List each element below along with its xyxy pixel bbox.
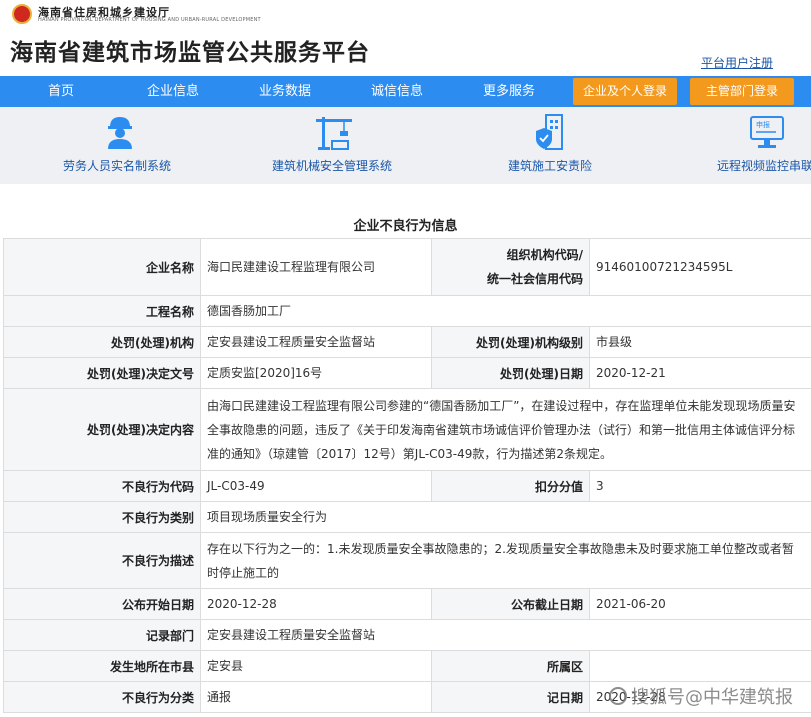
table-row: 企业名称 海口民建建设工程监理有限公司 组织机构代码/ 统一社会信用代码 914… bbox=[3, 238, 811, 296]
table-row: 不良行为代码 JL-C03-49 扣分分值 3 bbox=[3, 470, 811, 502]
admin-login-button[interactable]: 主管部门登录 bbox=[690, 78, 794, 105]
register-link[interactable]: 平台用户注册 bbox=[701, 54, 773, 71]
national-emblem-icon bbox=[12, 4, 32, 24]
department-name-en: HAINAN PROVINCIAL DEPARTMENT OF HOUSING … bbox=[38, 17, 261, 23]
org-code-label-line2: 统一社会信用代码 bbox=[486, 272, 583, 286]
field-label: 所属区 bbox=[431, 650, 590, 682]
field-label: 处罚(处理)决定内容 bbox=[3, 388, 201, 471]
field-label: 处罚(处理)日期 bbox=[431, 357, 590, 389]
field-label: 不良行为分类 bbox=[3, 681, 201, 713]
behavior-desc-value: 存在以下行为之一的：1.未发现质量安全事故隐患的；2.发现质量安全事故隐患未及时… bbox=[200, 532, 811, 589]
field-label: 不良行为代码 bbox=[3, 470, 201, 502]
field-label: 企业名称 bbox=[3, 238, 201, 296]
table-row: 处罚(处理)决定文号 定质安监[2020]16号 处罚(处理)日期 2020-1… bbox=[3, 357, 811, 389]
behavior-category-value: 项目现场质量安全行为 bbox=[200, 501, 811, 533]
behavior-code-value: JL-C03-49 bbox=[200, 470, 432, 502]
deduction-value: 3 bbox=[589, 470, 811, 502]
record-dept-value: 定安县建设工程质量安全监督站 bbox=[200, 619, 811, 651]
sohu-logo-icon bbox=[609, 687, 627, 705]
district-value bbox=[589, 650, 811, 682]
field-label: 记录部门 bbox=[3, 619, 201, 651]
field-label: 不良行为描述 bbox=[3, 532, 201, 589]
field-label: 组织机构代码/ 统一社会信用代码 bbox=[431, 238, 590, 296]
enterprise-login-button[interactable]: 企业及个人登录 bbox=[573, 78, 677, 105]
project-name-value: 德国香肠加工厂 bbox=[200, 295, 811, 327]
system-remote-video[interactable]: 申报 远程视频监控串联 bbox=[660, 107, 811, 184]
field-label: 记日期 bbox=[431, 681, 590, 713]
field-label: 处罚(处理)决定文号 bbox=[3, 357, 201, 389]
section-title: 企业不良行为信息 bbox=[353, 219, 458, 234]
table-row: 公布开始日期 2020-12-28 公布截止日期 2021-06-20 bbox=[3, 588, 811, 620]
system-label: 劳务人员实名制系统 bbox=[63, 159, 172, 173]
penalty-date-value: 2020-12-21 bbox=[589, 357, 811, 389]
penalty-agency-value: 定安县建设工程质量安全监督站 bbox=[200, 326, 432, 358]
svg-text:申报: 申报 bbox=[756, 120, 770, 129]
table-row: 记录部门 定安县建设工程质量安全监督站 bbox=[3, 619, 811, 651]
company-name-value: 海口民建建设工程监理有限公司 bbox=[200, 238, 432, 296]
behavior-class-value: 通报 bbox=[200, 681, 432, 713]
nav-credit-info[interactable]: 诚信信息 bbox=[358, 76, 436, 107]
site-title: 海南省建筑市场监管公共服务平台 bbox=[10, 40, 370, 66]
table-row: 处罚(处理)机构 定安县建设工程质量安全监督站 处罚(处理)机构级别 市县级 bbox=[3, 326, 811, 358]
field-label: 公布开始日期 bbox=[3, 588, 201, 620]
insurance-building-icon bbox=[536, 114, 563, 150]
org-code-label-line1: 组织机构代码/ bbox=[506, 248, 583, 262]
field-label: 发生地所在市县 bbox=[3, 650, 201, 682]
nav-home[interactable]: 首页 bbox=[22, 76, 100, 107]
header: 海南省住房和城乡建设厅 HAINAN PROVINCIAL DEPARTMENT… bbox=[0, 0, 811, 74]
table-row: 处罚(处理)决定内容 由海口民建建设工程监理有限公司参建的“德国香肠加工厂”，在… bbox=[3, 388, 811, 471]
worker-icon bbox=[108, 117, 132, 149]
bad-behavior-table: 企业名称 海口民建建设工程监理有限公司 组织机构代码/ 统一社会信用代码 914… bbox=[3, 238, 811, 713]
watermark: 搜狐号@中华建筑报 bbox=[609, 683, 793, 709]
table-row: 不良行为类别 项目现场质量安全行为 bbox=[3, 501, 811, 533]
systems-band: 劳务人员实名制系统 建筑机械安全管理系统 建筑施工安责险 申报 远程视频监控串联 bbox=[0, 107, 811, 184]
system-worker-realname[interactable]: 劳务人员实名制系统 bbox=[0, 107, 240, 184]
table-row: 发生地所在市县 定安县 所属区 bbox=[3, 650, 811, 682]
system-label: 建筑机械安全管理系统 bbox=[272, 159, 393, 173]
field-label: 公布截止日期 bbox=[431, 588, 590, 620]
penalty-level-value: 市县级 bbox=[589, 326, 811, 358]
publish-end-value: 2021-06-20 bbox=[589, 588, 811, 620]
field-label: 不良行为类别 bbox=[3, 501, 201, 533]
monitor-icon: 申报 bbox=[750, 116, 784, 148]
system-label: 建筑施工安责险 bbox=[508, 159, 593, 173]
main-content: 企业不良行为信息 企业名称 海口民建建设工程监理有限公司 组织机构代码/ 统一社… bbox=[0, 184, 811, 717]
decision-content-value: 由海口民建建设工程监理有限公司参建的“德国香肠加工厂”，在建设过程中，存在监理单… bbox=[200, 388, 811, 471]
nav-more-services[interactable]: 更多服务 bbox=[470, 76, 548, 107]
crane-icon bbox=[316, 117, 352, 150]
decision-no-value: 定质安监[2020]16号 bbox=[200, 357, 432, 389]
main-nav: 首页 企业信息 业务数据 诚信信息 更多服务 企业及个人登录 主管部门登录 bbox=[0, 76, 811, 107]
system-machinery-safety[interactable]: 建筑机械安全管理系统 bbox=[240, 107, 440, 184]
system-label: 远程视频监控串联 bbox=[717, 159, 811, 173]
publish-start-value: 2020-12-28 bbox=[200, 588, 432, 620]
watermark-text: 搜狐号@中华建筑报 bbox=[631, 687, 793, 708]
table-row: 不良行为描述 存在以下行为之一的：1.未发现质量安全事故隐患的；2.发现质量安全… bbox=[3, 532, 811, 589]
system-safety-insurance[interactable]: 建筑施工安责险 bbox=[440, 107, 660, 184]
field-label: 处罚(处理)机构 bbox=[3, 326, 201, 358]
field-label: 处罚(处理)机构级别 bbox=[431, 326, 590, 358]
location-city-value: 定安县 bbox=[200, 650, 432, 682]
field-label: 扣分分值 bbox=[431, 470, 590, 502]
nav-business-data[interactable]: 业务数据 bbox=[246, 76, 324, 107]
table-row: 工程名称 德国香肠加工厂 bbox=[3, 295, 811, 327]
nav-enterprise-info[interactable]: 企业信息 bbox=[134, 76, 212, 107]
field-label: 工程名称 bbox=[3, 295, 201, 327]
org-code-value: 91460100721234595L bbox=[589, 238, 811, 296]
